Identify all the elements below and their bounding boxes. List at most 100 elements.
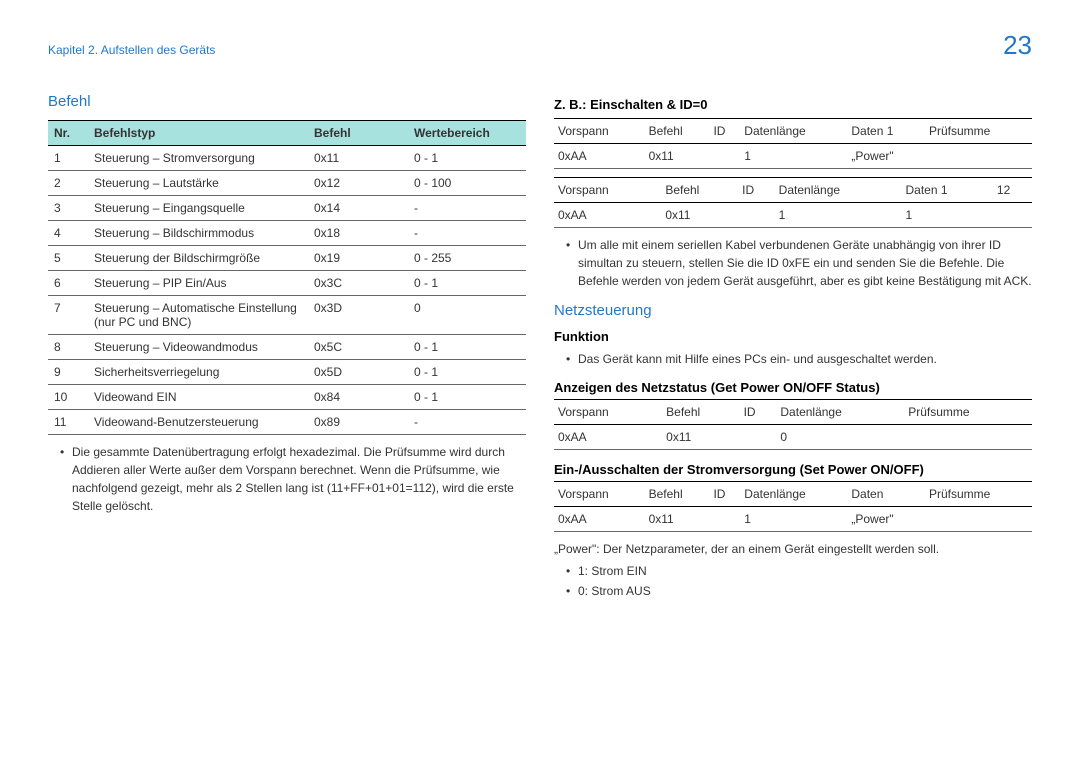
cell-typ: Steuerung – Stromversorgung: [88, 146, 308, 171]
funktion-text: Das Gerät kann mit Hilfe eines PCs ein- …: [566, 350, 1032, 368]
cell-typ: Steuerung – Eingangsquelle: [88, 196, 308, 221]
t1-h2: Befehl: [645, 119, 710, 144]
t2-h5: Daten 1: [901, 178, 992, 203]
left-note: Die gesammte Datenübertragung erfolgt he…: [60, 443, 526, 515]
right-note-1: Um alle mit einem seriellen Kabel verbun…: [566, 236, 1032, 290]
cell-befehl: 0x19: [308, 246, 408, 271]
table-row: 1Steuerung – Stromversorgung0x110 - 1: [48, 146, 526, 171]
onoff-table: Vorspann Befehl ID Datenlänge Daten Prüf…: [554, 481, 1032, 532]
example-table-2: Vorspann Befehl ID Datenlänge Daten 1 12…: [554, 177, 1032, 228]
t2-h3: ID: [738, 178, 775, 203]
t1-h3: ID: [709, 119, 740, 144]
cell-werte: 0 - 255: [408, 246, 526, 271]
cell-befehl: 0x3C: [308, 271, 408, 296]
t4-h5: Daten: [847, 482, 925, 507]
cell-befehl: 0x89: [308, 410, 408, 435]
t1-r5: „Power": [847, 144, 925, 169]
page-number: 23: [1003, 30, 1032, 61]
cell-befehl: 0x84: [308, 385, 408, 410]
table-row: 8Steuerung – Videowandmodus0x5C0 - 1: [48, 335, 526, 360]
power-on: 1: Strom EIN: [566, 562, 1032, 580]
cell-nr: 1: [48, 146, 88, 171]
cell-nr: 6: [48, 271, 88, 296]
col-header-nr: Nr.: [48, 121, 88, 146]
cell-typ: Steuerung der Bildschirmgröße: [88, 246, 308, 271]
t4-r6: [925, 507, 1032, 532]
t1-r1: 0xAA: [554, 144, 645, 169]
status-table: Vorspann Befehl ID Datenlänge Prüfsumme …: [554, 399, 1032, 450]
example-title: Z. B.: Einschalten & ID=0: [554, 97, 1032, 112]
t4-r1: 0xAA: [554, 507, 645, 532]
cell-werte: 0 - 1: [408, 335, 526, 360]
funktion-label: Funktion: [554, 329, 1032, 344]
page-header: Kapitel 2. Aufstellen des Geräts 23: [48, 30, 1032, 61]
t4-r2: 0x11: [645, 507, 710, 532]
t4-r4: 1: [740, 507, 847, 532]
cell-werte: 0 - 1: [408, 271, 526, 296]
section-title-befehl: Befehl: [48, 93, 526, 110]
onoff-title: Ein-/Ausschalten der Stromversorgung (Se…: [554, 462, 1032, 477]
cell-typ: Steuerung – Lautstärke: [88, 171, 308, 196]
t1-r6: [925, 144, 1032, 169]
cell-typ: Videowand EIN: [88, 385, 308, 410]
funktion-list: Das Gerät kann mit Hilfe eines PCs ein- …: [554, 350, 1032, 368]
left-column: Befehl Nr. Befehlstyp Befehl Wertebereic…: [48, 93, 526, 602]
t4-r3: [709, 507, 740, 532]
cell-werte: -: [408, 410, 526, 435]
t1-h1: Vorspann: [554, 119, 645, 144]
power-states: 1: Strom EIN 0: Strom AUS: [554, 562, 1032, 600]
table-row: 9Sicherheitsverriegelung0x5D0 - 1: [48, 360, 526, 385]
t3-r4: 0: [776, 425, 904, 450]
cell-typ: Steuerung – Bildschirmmodus: [88, 221, 308, 246]
cell-werte: 0 - 1: [408, 385, 526, 410]
cell-werte: 0: [408, 296, 526, 335]
power-off: 0: Strom AUS: [566, 582, 1032, 600]
t1-h5: Daten 1: [847, 119, 925, 144]
table-row: 6Steuerung – PIP Ein/Aus0x3C0 - 1: [48, 271, 526, 296]
t3-r5: [904, 425, 1032, 450]
cell-werte: 0 - 1: [408, 146, 526, 171]
t3-h4: Datenlänge: [776, 400, 904, 425]
t4-h6: Prüfsumme: [925, 482, 1032, 507]
t4-h2: Befehl: [645, 482, 710, 507]
cell-nr: 9: [48, 360, 88, 385]
cell-typ: Steuerung – PIP Ein/Aus: [88, 271, 308, 296]
cell-nr: 11: [48, 410, 88, 435]
cell-nr: 5: [48, 246, 88, 271]
t3-r3: [740, 425, 777, 450]
cell-nr: 3: [48, 196, 88, 221]
t3-r2: 0x11: [662, 425, 739, 450]
t3-h1: Vorspann: [554, 400, 662, 425]
table-row: 3Steuerung – Eingangsquelle0x14-: [48, 196, 526, 221]
t1-r3: [709, 144, 740, 169]
col-header-befehl: Befehl: [308, 121, 408, 146]
right-note-list: Um alle mit einem seriellen Kabel verbun…: [554, 236, 1032, 290]
t4-h3: ID: [709, 482, 740, 507]
example-table-1: Vorspann Befehl ID Datenlänge Daten 1 Pr…: [554, 118, 1032, 169]
table-row: 11Videowand-Benutzersteuerung0x89-: [48, 410, 526, 435]
t1-h6: Prüfsumme: [925, 119, 1032, 144]
cell-befehl: 0x12: [308, 171, 408, 196]
t3-h5: Prüfsumme: [904, 400, 1032, 425]
cell-befehl: 0x18: [308, 221, 408, 246]
t4-h4: Datenlänge: [740, 482, 847, 507]
t2-r3: [738, 203, 775, 228]
t2-r5: 1: [901, 203, 992, 228]
left-note-list: Die gesammte Datenübertragung erfolgt he…: [48, 443, 526, 515]
cell-werte: 0 - 1: [408, 360, 526, 385]
t2-h2: Befehl: [661, 178, 738, 203]
t3-r1: 0xAA: [554, 425, 662, 450]
table-row: 5Steuerung der Bildschirmgröße0x190 - 25…: [48, 246, 526, 271]
t2-r2: 0x11: [661, 203, 738, 228]
table-row: 7Steuerung – Automatische Einstellung (n…: [48, 296, 526, 335]
cell-nr: 2: [48, 171, 88, 196]
cell-typ: Sicherheitsverriegelung: [88, 360, 308, 385]
section-title-netz: Netzsteuerung: [554, 302, 1032, 319]
cell-werte: -: [408, 196, 526, 221]
t2-h6: 12: [993, 178, 1032, 203]
cell-typ: Videowand-Benutzersteuerung: [88, 410, 308, 435]
table-row: 2Steuerung – Lautstärke0x120 - 100: [48, 171, 526, 196]
t1-h4: Datenlänge: [740, 119, 847, 144]
t2-r6: [993, 203, 1032, 228]
right-column: Z. B.: Einschalten & ID=0 Vorspann Befeh…: [554, 93, 1032, 602]
